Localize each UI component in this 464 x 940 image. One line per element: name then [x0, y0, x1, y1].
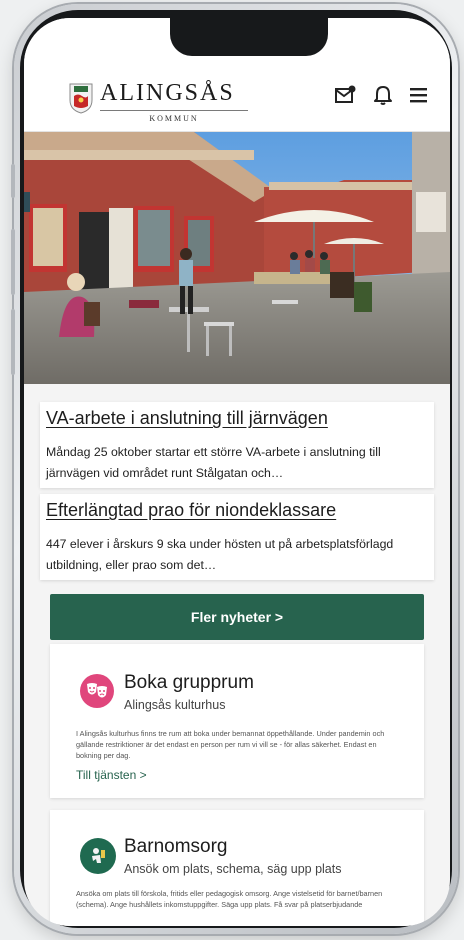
bell-icon[interactable]	[372, 84, 394, 106]
hero-image-courtyard	[24, 132, 450, 384]
logo-divider	[100, 110, 248, 111]
news-title[interactable]: VA-arbete i anslutning till järnvägen	[46, 408, 328, 429]
mute-switch	[11, 164, 15, 198]
volume-down-button	[11, 309, 15, 375]
coat-of-arms-icon	[69, 83, 93, 114]
phone-notch	[170, 18, 328, 56]
service-subtitle: Alingsås kulturhus	[124, 698, 226, 712]
news-card[interactable]: VA-arbete i anslutning till järnvägen Må…	[40, 402, 434, 488]
service-card-barnomsorg[interactable]: Barnomsorg Ansök om plats, schema, säg u…	[50, 810, 424, 926]
service-subtitle: Ansök om plats, schema, säg upp plats	[124, 862, 342, 876]
service-title[interactable]: Barnomsorg	[124, 836, 228, 858]
logo-subtitle: KOMMUN	[149, 114, 199, 123]
more-news-button[interactable]: Fler nyheter >	[50, 594, 424, 640]
news-excerpt: Måndag 25 oktober startar ett större VA-…	[46, 445, 381, 480]
news-card[interactable]: Efterlängtad prao för niondeklassare 447…	[40, 494, 434, 580]
service-title[interactable]: Boka grupprum	[124, 672, 254, 694]
news-title[interactable]: Efterlängtad prao för niondeklassare	[46, 500, 336, 521]
service-card-boka-grupprum[interactable]: Boka grupprum Alingsås kulturhus I Aling…	[50, 644, 424, 798]
mail-icon[interactable]	[334, 84, 356, 106]
news-excerpt: 447 elever i årskurs 9 ska under hösten …	[46, 537, 394, 572]
alingsas-logo[interactable]: ALINGSÅS KOMMUN	[68, 80, 248, 123]
menu-icon[interactable]	[408, 84, 430, 106]
service-description: I Alingsås kulturhus finns tre rum att b…	[76, 729, 385, 760]
theater-masks-icon	[80, 674, 114, 708]
volume-up-button	[11, 229, 15, 295]
service-link[interactable]: Till tjänsten >	[76, 768, 147, 782]
child-icon	[80, 838, 116, 874]
service-description: Ansöka om plats till förskola, fritids e…	[76, 889, 383, 909]
logo-name: ALINGSÅS	[100, 80, 235, 106]
phone-screen: ALINGSÅS KOMMUN VA-arbete i anslutning t…	[24, 18, 450, 926]
